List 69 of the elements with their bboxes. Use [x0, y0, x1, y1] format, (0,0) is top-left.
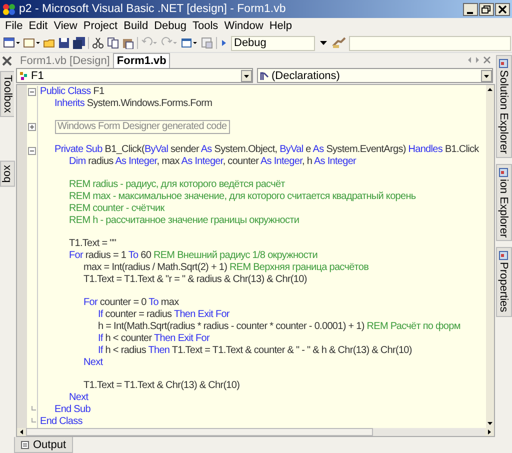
- dock-tab[interactable]: box: [0, 160, 14, 187]
- code-line: REM counter - счётчик: [69, 203, 164, 215]
- code-line: If h < counter Then Exit For: [98, 333, 210, 345]
- configuration-dropdown[interactable]: Debug: [231, 36, 315, 50]
- collapse-icon[interactable]: [28, 146, 36, 155]
- scroll-left-icon[interactable]: [17, 428, 26, 436]
- dock-tab[interactable]: Solution Explorer: [496, 55, 512, 158]
- collapsed-region: Windows Form Designer generated code: [54, 120, 230, 134]
- code-line: Public Class F1: [40, 86, 104, 98]
- dock-tab[interactable]: ion Explorer: [496, 164, 512, 242]
- horizontal-scrollbar[interactable]: [16, 428, 495, 437]
- declarations-icon: [260, 70, 270, 80]
- output-tab[interactable]: Output: [14, 437, 74, 453]
- output-window-icon: [21, 440, 29, 448]
- code-line: End Sub: [54, 404, 90, 416]
- dock-tab[interactable]: Toolbox: [0, 71, 14, 117]
- code-line: T1.Text = "": [69, 238, 116, 250]
- menu-item[interactable]: Edit: [26, 20, 51, 32]
- find-field[interactable]: [349, 36, 511, 50]
- code-line: T1.Text = T1.Text & "r = " & radius & Chr(13) & Chr(10): [84, 274, 307, 286]
- code-line: Private Sub B1_Click(ByVal sender As System.Object, ByVal e As System.EventArgs) Handles B1.Click: [54, 144, 479, 156]
- code-line: T1.Text = T1.Text & Chr(13) & Chr(10): [84, 380, 240, 392]
- expand-icon[interactable]: [28, 123, 36, 132]
- minimize-icon[interactable]: [463, 2, 478, 16]
- menu-item[interactable]: Build: [120, 20, 152, 32]
- code-line: If counter = radius Then Exit For: [98, 309, 230, 321]
- code-line: Dim radius As Integer, max As Integer, counter As Integer, h As Integer: [69, 156, 356, 168]
- code-line: For counter = 0 To max: [84, 297, 179, 309]
- code-line: Inherits System.Windows.Forms.Form: [54, 98, 212, 110]
- code-line: Next: [69, 392, 88, 404]
- code-line: Next: [84, 357, 103, 369]
- code-line: REM h - рассчитанное значение границы окружности: [69, 215, 300, 227]
- menu-item[interactable]: View: [50, 20, 80, 32]
- menu-item[interactable]: Debug: [151, 20, 190, 32]
- window-icon: [499, 251, 508, 260]
- code-line: End Class: [40, 416, 82, 428]
- class-icon: [19, 70, 29, 80]
- menu-item[interactable]: Help: [266, 20, 295, 32]
- window-icon[interactable]: [3, 37, 20, 49]
- floppy-disks-icon[interactable]: [73, 37, 85, 49]
- collapse-icon[interactable]: [28, 88, 36, 96]
- menu-item[interactable]: Window: [221, 20, 266, 32]
- dock-tab[interactable]: Properties: [496, 247, 512, 317]
- document-tab[interactable]: Form1.vb: [112, 53, 170, 68]
- code-line: For radius = 1 To 60 REM Внешний радиус 1/8 окружности: [69, 250, 318, 262]
- window-icon: [499, 59, 508, 68]
- scissors-icon[interactable]: [92, 37, 104, 49]
- code-line: max = Int(radius / Math.Sqrt(2) + 1) REM Верхняя граница расчётов: [84, 262, 369, 274]
- document-tab[interactable]: Form1.vb [Design]: [17, 54, 113, 68]
- code-line: REM radius - радиус, для которого ведётся расчёт: [69, 179, 285, 191]
- class-dropdown[interactable]: F1: [16, 68, 252, 83]
- menu-item[interactable]: Project: [80, 20, 121, 32]
- code-line: REM max - максимальное значение, для которого считается квадратный корень: [69, 191, 416, 203]
- clipboard-icon[interactable]: [122, 37, 134, 49]
- code-line: h = Int(Math.Sqrt(radius * radius - counter * counter - 0.0001) + 1) REM Расчёт по форм: [98, 321, 460, 333]
- scroll-right-icon[interactable]: [485, 428, 494, 436]
- method-dropdown[interactable]: (Declarations): [256, 68, 493, 83]
- play-icon[interactable]: [220, 37, 228, 49]
- restore-icon[interactable]: [479, 2, 494, 16]
- menu-item[interactable]: Tools: [190, 20, 222, 32]
- app-icon: [2, 3, 16, 15]
- close-icon[interactable]: [495, 2, 510, 16]
- document-icon[interactable]: [23, 37, 40, 49]
- window-title: p2 - Microsoft Visual Basic .NET [design] - Form1.vb: [19, 3, 287, 15]
- menu-item[interactable]: File: [2, 20, 26, 32]
- window-icon: [499, 168, 508, 177]
- copy-icon[interactable]: [107, 37, 119, 49]
- code-line: If h < radius Then T1.Text = T1.Text & counter & " - " & h & Chr(13) & Chr(10): [98, 345, 412, 357]
- window-list-icon[interactable]: [181, 37, 198, 49]
